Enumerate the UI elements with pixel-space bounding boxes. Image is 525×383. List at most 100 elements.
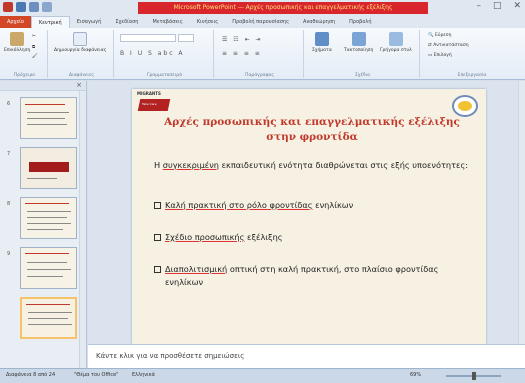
thumb-number: 8 (7, 201, 11, 207)
shapes-label: Σχήματα (312, 48, 332, 53)
bullet1-underlined: Καλή πρακτική στο ρόλο φροντίδας (165, 200, 313, 210)
drawing-label: Σχέδιο (355, 73, 370, 78)
migrants-logo: MIGRANTS Take Care (136, 91, 172, 117)
clipboard-group: Επικόλληση ✂ ⧉ 🖌 Πρόχειρο (2, 30, 48, 78)
editing-group: 🔍 Εύρεση ⇄ Αντικατάσταση ▭ Επιλογή Επεξε… (422, 30, 522, 78)
replace-button[interactable]: ⇄ Αντικατάσταση (428, 43, 469, 48)
paragraph-group: ☰ ☷ ⇤ ⇥ ≡ ≡ ≡ ≡ Παράγραφος (216, 30, 304, 78)
font-group: B I U S abc A Γραμματοσειρά (116, 30, 214, 78)
new-slide-button[interactable]: Δημιουργία διαφάνειας (54, 32, 106, 53)
shapes-button[interactable]: Σχήματα (312, 32, 332, 53)
paste-button[interactable]: Επικόλληση (4, 32, 30, 53)
thumb-text-line (27, 229, 63, 230)
thumb-title-line (25, 203, 69, 204)
align-buttons[interactable]: ≡ ≡ ≡ ≡ (222, 50, 262, 57)
select-label: Επιλογή (433, 53, 452, 58)
font-family-box[interactable] (120, 34, 176, 42)
slide-thumbnail-6[interactable] (20, 97, 77, 139)
maximize-button[interactable]: □ (493, 1, 502, 11)
tab-view[interactable]: Προβολή (342, 16, 378, 28)
arrange-label: Τακτοποίηση (344, 48, 374, 53)
slide-thumbnail-9[interactable] (20, 247, 77, 289)
slide-title[interactable]: Αρχές προσωπικής και επαγγελματικής εξέλ… (162, 115, 462, 145)
cut-icon[interactable]: ✂ (32, 34, 36, 39)
zoom-slider[interactable] (446, 372, 501, 380)
minimize-button[interactable]: – (476, 1, 481, 11)
arrange-button[interactable]: Τακτοποίηση (344, 32, 373, 53)
thumb-title-line (25, 253, 69, 254)
new-slide-label: Δημιουργία διαφάνειας (54, 48, 107, 53)
tab-animations[interactable]: Κινήσεις (190, 16, 225, 28)
bullet2-post: εξέλιξης (244, 232, 283, 242)
paragraph-label: Παράγραφος (244, 73, 275, 78)
zoom-level[interactable]: 69% (410, 372, 421, 378)
paste-icon (10, 32, 25, 46)
select-button[interactable]: ▭ Επιλογή (428, 53, 452, 58)
zoom-slider-handle[interactable] (472, 372, 476, 380)
tab-design[interactable]: Σχεδίαση (108, 16, 145, 28)
intro-post: εκπαιδευτική ενότητα διαθρώνεται στις εξ… (218, 160, 469, 170)
theme-name: "Θέμα του Office" (74, 372, 119, 378)
intro-pre: Η (154, 160, 163, 170)
format-painter-icon[interactable]: 🖌 (32, 54, 38, 59)
intro-text[interactable]: Η συγκεκριμένη εκπαιδευτική ενότητα διαθ… (154, 159, 472, 172)
current-slide[interactable]: MIGRANTS Take Care Αρχές προσωπικής και … (132, 89, 486, 344)
slide-thumbnail-7[interactable] (20, 147, 77, 189)
slides-group: Δημιουργία διαφάνειας Διαφάνειες (50, 30, 114, 78)
bullet-item-1[interactable]: Καλή πρακτική στο ρόλο φροντίδας ενηλίκω… (154, 199, 472, 212)
thumb-text-line (27, 217, 67, 218)
new-slide-icon (73, 32, 88, 46)
close-button[interactable]: ✕ (513, 1, 521, 11)
logo-subtext: Take Care (142, 102, 157, 106)
language-indicator[interactable]: Ελληνικά (132, 372, 155, 378)
font-label: Γραμματοσειρά (146, 73, 183, 78)
checkbox-bullet-icon (154, 202, 161, 209)
ribbon: Επικόλληση ✂ ⧉ 🖌 Πρόχειρο Δημιουργία δια… (0, 28, 525, 80)
font-format-buttons[interactable]: B I U S abc A (120, 50, 185, 57)
save-icon[interactable] (16, 2, 26, 12)
canvas-scrollbar[interactable] (518, 81, 525, 344)
bullet-item-2[interactable]: Σχέδιο προσωπικής εξέλιξης (154, 231, 472, 244)
bullet2-underlined: Σχέδιο προσωπικής (165, 232, 245, 242)
thumb-text-line (28, 324, 72, 325)
title-bar: Microsoft PowerPoint — Αρχές προσωπικής … (0, 0, 525, 16)
quick-styles-button[interactable]: Γρήγορα στυλ (380, 32, 412, 53)
arrange-icon (351, 32, 366, 46)
tab-review[interactable]: Αναθεώρηση (296, 16, 342, 28)
slides-pane-scrollbar[interactable] (79, 91, 86, 368)
checkbox-bullet-icon (154, 266, 161, 273)
tab-file[interactable]: Αρχείο (0, 16, 31, 28)
tab-slideshow[interactable]: Προβολή παρουσίασης (225, 16, 296, 28)
thumb-text-line (27, 118, 65, 119)
slide-thumbnail-8[interactable] (20, 197, 77, 239)
slide-thumbnail-selected[interactable] (20, 297, 77, 339)
undo-icon[interactable] (29, 2, 39, 12)
copy-icon[interactable]: ⧉ (32, 44, 35, 50)
drawing-group: Σχήματα Τακτοποίηση Γρήγορα στυλ Σχέδιο (306, 30, 420, 78)
thumb-red-band (29, 162, 69, 172)
font-size-box[interactable] (178, 34, 194, 42)
find-label: Εύρεση (435, 33, 452, 38)
thumb-title-line (25, 104, 65, 105)
thumb-text-line (28, 312, 72, 313)
bullet-item-3[interactable]: Διαπολιτισμική οπτική στη καλή πρακτική,… (154, 263, 472, 289)
quick-access-toolbar (3, 2, 52, 12)
logo-text: MIGRANTS (137, 91, 161, 96)
redo-icon[interactable] (42, 2, 52, 12)
list-buttons[interactable]: ☰ ☷ ⇤ ⇥ (222, 36, 263, 43)
powerpoint-icon[interactable] (3, 2, 13, 12)
find-button[interactable]: 🔍 Εύρεση (428, 33, 452, 38)
tab-home[interactable]: Κεντρική (30, 16, 70, 28)
thumb-text-line (27, 124, 67, 125)
tab-insert[interactable]: Εισαγωγή (70, 16, 109, 28)
intro-underlined: συγκεκριμένη (162, 160, 219, 170)
eu-emblem-inner (458, 101, 472, 111)
find-icon: 🔍 (428, 33, 434, 38)
slides-pane: × 6 7 8 9 (0, 81, 87, 368)
notes-pane[interactable]: Κάντε κλικ για να προσθέσετε σημειώσεις (88, 344, 525, 368)
window-controls: – □ ✕ (476, 1, 521, 11)
slide-canvas: MIGRANTS Take Care Αρχές προσωπικής και … (88, 81, 525, 344)
tab-transitions[interactable]: Μεταβάσεις (145, 16, 189, 28)
bullet1-post: ενηλίκων (312, 200, 354, 210)
close-pane-icon[interactable]: × (76, 81, 82, 89)
